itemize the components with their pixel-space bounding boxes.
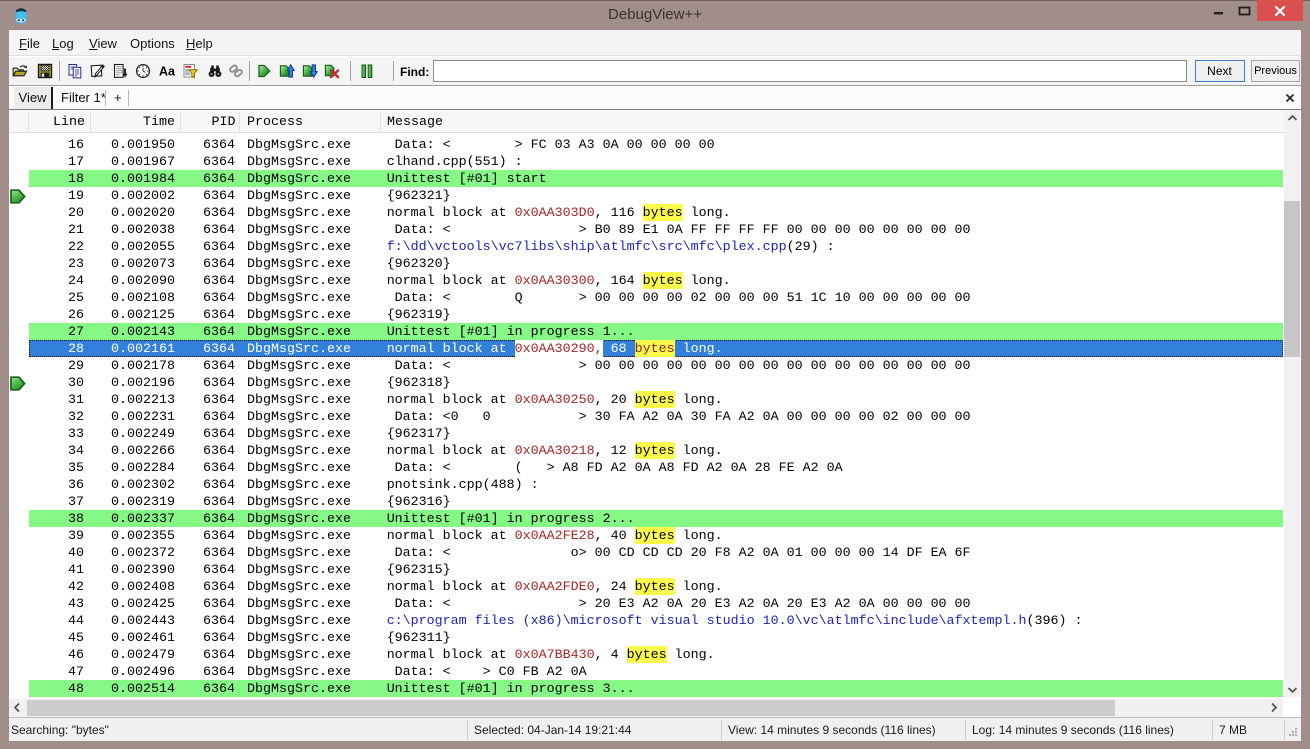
svg-text:Aa: Aa [159,65,175,79]
